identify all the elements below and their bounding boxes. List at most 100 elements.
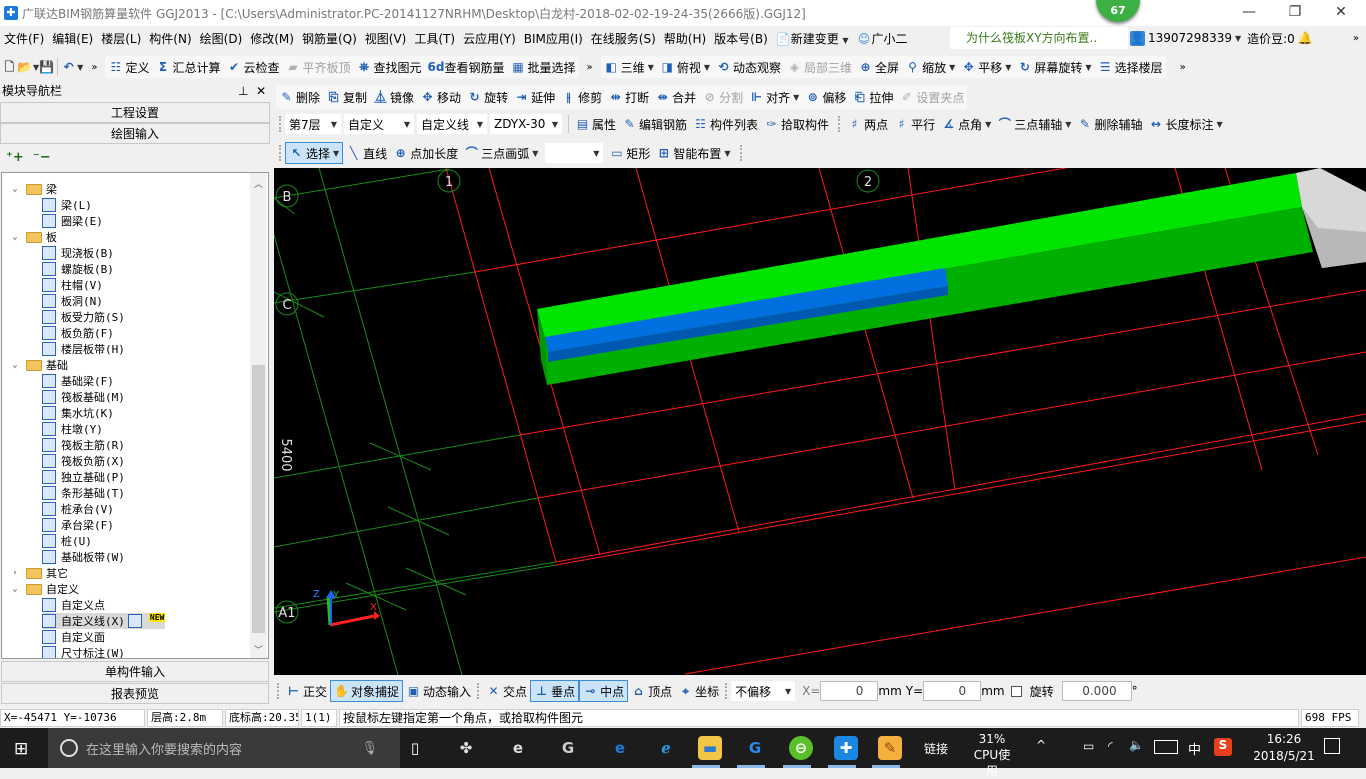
tree-item[interactable]: 楼层板带(H) [42,341,125,357]
category-select[interactable]: 自定义 ▼ [344,114,414,134]
expand-all-icon[interactable]: ⁺+ [6,150,24,165]
tree-item[interactable]: 筏板负筋(X) [42,453,125,469]
3d-button[interactable]: ◧ 三维 ▼ [601,56,657,78]
select-floor-button[interactable]: ☰ 选择楼层 [1095,56,1166,78]
restore-button[interactable]: ❐ [1272,0,1318,26]
cpu-meter[interactable]: 31% CPU使用 [968,731,1016,779]
local-3d-button[interactable]: ◈ 局部三维 [784,56,855,78]
keyboard-icon[interactable] [1154,740,1178,754]
menu-item[interactable]: 绘图(D) [196,30,247,47]
tray-expand-icon[interactable]: ^ [1036,738,1046,752]
offset-mode-select[interactable]: 不偏移 ▼ [731,681,796,701]
select-button[interactable]: ↖ 选择 ▼ [285,142,344,164]
break-button[interactable]: ⇹ 打断 [605,86,652,108]
menu-item[interactable]: 构件(N) [145,30,195,47]
rectangle-button[interactable]: ▭ 矩形 [606,142,653,164]
tree-item[interactable]: 自定义线(X) NEW [42,613,166,629]
tree-item[interactable]: 桩(U) [42,533,92,549]
delete-button[interactable]: ✎ 删除 [276,86,323,108]
drawing-canvas[interactable]: 1 2 B C A1 5400 X Y Z [274,168,1366,675]
tree-item[interactable]: 基础梁(F) [42,373,114,389]
windows-start-icon[interactable]: ⊞ [14,739,28,759]
tree-item[interactable]: 筏板基础(M) [42,389,125,405]
overflow-chevron-icon[interactable]: » [1353,33,1359,44]
single-component-input-button[interactable]: 单构件输入 [1,661,269,682]
three-point-axis-button[interactable]: ⌒ 三点辅轴 ▼ [994,113,1074,135]
align-button[interactable]: ⊩ 对齐 ▼ [746,86,802,108]
menu-item[interactable]: 在线服务(S) [587,30,660,47]
rotate-checkbox[interactable] [1010,685,1022,697]
task-view-icon[interactable]: ▯ [403,736,427,760]
offset-button[interactable]: ⊚ 偏移 [802,86,849,108]
bell-icon[interactable]: 🔔 [1298,31,1313,46]
tree-item[interactable]: 独立基础(P) [42,469,125,485]
smart-layout-button[interactable]: ⊞ 智能布置 ▼ [653,142,733,164]
action-center-icon[interactable] [1324,738,1340,754]
dropdown-arrow-icon[interactable]: ▼ [1065,120,1071,129]
find-button[interactable]: ⛯ 查找图元 [354,56,425,78]
line-button[interactable]: ╲ 直线 [343,142,390,164]
tree-folder[interactable]: › 其它 [10,565,68,581]
tree-item[interactable]: 基础板带(W) [42,549,125,565]
pick-button[interactable]: ✑ 拾取构件 [761,113,832,135]
dropdown-arrow-icon[interactable]: ▼ [532,149,538,158]
overflow-chevron-icon[interactable]: » [587,62,593,73]
tree-folder[interactable]: ⌄ 板 [10,229,57,245]
overflow-chevron-icon[interactable]: » [1180,62,1186,73]
floor-select[interactable]: 第7层 ▼ [285,114,341,134]
component-list-button[interactable]: ☷ 构件列表 [690,113,761,135]
length-dim-button[interactable]: ↔ 长度标注 ▼ [1145,113,1225,135]
component-select[interactable]: ZDYX-30 ▼ [490,114,562,134]
collapse-all-icon[interactable]: ⁻− [33,150,51,165]
tree-folder[interactable]: ⌄ 基础 [10,357,68,373]
view-rebar-button[interactable]: 6d 查看钢筋量 [425,56,508,78]
dynamic-input-button[interactable]: ▣ 动态输入 [403,680,474,702]
arc-mode-select[interactable]: ▼ [545,143,604,163]
file-explorer-icon[interactable]: ▬ [698,736,722,760]
tip-link[interactable]: 为什么筏板XY方向布置.. [950,27,1128,49]
battery-icon[interactable]: ▭ [1083,739,1094,753]
tree-folder[interactable]: ⌄ 梁 [10,181,57,197]
toolbar-grip[interactable] [279,145,282,161]
ime-indicator[interactable]: 中 [1188,739,1201,758]
tree-item[interactable]: 现浇板(B) [42,245,114,261]
zoom-button[interactable]: ⚲ 缩放 ▼ [902,56,958,78]
tree-item[interactable]: 梁(L) [42,197,92,213]
cloud-check-button[interactable]: ✔ 云检查 [223,56,282,78]
assistant-button[interactable]: ☺广小二 [853,30,912,47]
dropdown-arrow-icon[interactable]: ▼ [985,120,991,129]
tree-item[interactable]: 桩承台(V) [42,501,114,517]
point-length-button[interactable]: ⊕ 点加长度 [390,142,461,164]
ortho-button[interactable]: ⊢ 正交 [283,680,330,702]
trim-button[interactable]: ⫲ 修剪 [558,86,605,108]
split-button[interactable]: ⊘ 分割 [699,86,746,108]
glodon-g-icon[interactable]: G [743,736,767,760]
parallel-button[interactable]: ♯ 平行 [891,113,938,135]
beam-3d[interactable] [537,168,1366,385]
menu-item[interactable]: 视图(V) [361,30,411,47]
fullscreen-button[interactable]: ⊕ 全屏 [855,56,902,78]
menu-item[interactable]: 版本号(B) [710,30,772,47]
notes-app-icon[interactable]: ✎ [878,736,902,760]
collapse-chevron-icon[interactable]: ⌄ [10,184,20,194]
tree-item[interactable]: 板负筋(F) [42,325,114,341]
link-label[interactable]: 链接 [924,740,948,757]
move-button[interactable]: ✥ 移动 [417,86,464,108]
sogou-ime-icon[interactable]: S [1214,738,1232,756]
collapse-chevron-icon[interactable]: ⌄ [10,232,20,242]
menu-item[interactable]: 云应用(Y) [459,30,520,47]
pan-button[interactable]: ✥ 平移 ▼ [958,56,1014,78]
ie-browser-icon[interactable]: e [506,736,530,760]
dropdown-arrow-icon[interactable]: ▼ [648,63,654,72]
beans-label[interactable]: 造价豆:0 [1244,27,1298,49]
two-point-button[interactable]: ♯ 两点 [844,113,891,135]
menu-item[interactable]: 钢筋量(Q) [298,30,361,47]
dropdown-arrow-icon[interactable]: ▼ [1216,120,1222,129]
tree-item[interactable]: 板受力筋(S) [42,309,125,325]
tree-item[interactable]: 自定义点 [42,597,105,613]
x-input[interactable]: 0 [820,681,879,701]
toolbar-grip[interactable] [279,116,282,132]
microphone-icon[interactable]: 🎙 [361,741,378,756]
internet-explorer-icon[interactable]: ℯ [654,736,678,760]
rotate-input[interactable]: 0.000 [1061,681,1132,701]
